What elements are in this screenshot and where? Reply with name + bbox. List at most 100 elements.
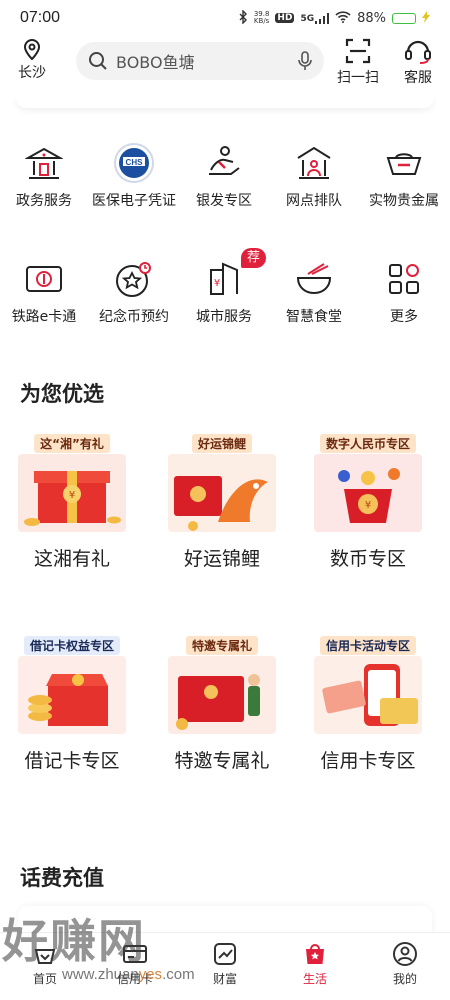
service-elderly[interactable]: 银发专区 [180,140,268,211]
service-label: 纪念币预约 [99,309,169,325]
branch-queue-icon [297,146,331,179]
location-label: 长沙 [18,65,46,81]
recommend-badge: 荐 [240,248,266,268]
signal-label: 5G [300,13,315,24]
service-label: 网点排队 [286,193,342,209]
digital-rmb-illustration: 数字人民币专区 ¥ [314,434,422,534]
service-label: 政务服务 [16,193,72,209]
service-medical-insurance[interactable]: CHS 医保电子凭证 [90,140,178,211]
promo-tag: 这“湘”有礼 [34,434,110,453]
recharge-section-title: 话费充值 [20,866,104,890]
promo-card-xiang[interactable]: 这“湘”有礼 ¥ 这湘有礼 [12,434,132,571]
hd-badge: HD [275,13,295,23]
service-branch-queue[interactable]: 网点排队 [270,140,358,211]
promo-card-debit[interactable]: 借记卡权益专区 借记卡专区 [12,636,132,773]
service-label: 城市服务 [196,309,252,325]
promo-card-koi[interactable]: 好运锦鲤 好运锦鲤 [162,434,282,571]
watermark-url-prefix: www.zhuan [62,966,139,983]
promo-tag: 借记卡权益专区 [23,636,121,655]
medical-insurance-icon: CHS [114,143,154,183]
promo-name: 这湘有礼 [33,548,110,570]
treasure-box-illustration: 借记卡权益专区 [18,636,126,736]
status-time: 07:00 [20,9,61,26]
service-label: 实物贵金属 [369,193,439,209]
svg-text:CHS: CHS [126,158,144,167]
wealth-chart-icon [214,943,236,965]
promo-name: 好运锦鲤 [183,548,260,570]
svg-text:¥: ¥ [365,500,371,511]
promo-tag: 数字人民币专区 [319,434,417,453]
battery-icon [392,12,416,24]
preferred-section-title: 为您优选 [20,382,104,406]
watermark-url-suffix: .com [162,966,195,983]
commemorative-coin-icon [116,262,151,297]
service-label: 铁路e卡通 [11,309,77,325]
life-bag-icon [306,944,324,964]
watermark-url: www.zhuanyes.com [62,966,195,983]
service-more[interactable]: 更多 [360,256,448,327]
service-label: 银发专区 [196,193,252,209]
microphone-icon[interactable] [298,51,312,71]
service-label: 医保电子凭证 [92,193,176,209]
nav-label: 首页 [32,972,57,986]
gift-box-illustration: 这“湘”有礼 ¥ [18,434,126,534]
service-precious-metal[interactable]: 实物贵金属 [360,140,448,211]
watermark-url-highlight: yes [138,966,163,983]
service-canteen[interactable]: 智慧食堂 [270,256,358,327]
svg-text:¥: ¥ [214,278,220,289]
gold-ingot-icon [386,153,422,175]
status-bar: 07:00 39.8 KB/s HD 5G 88% [0,0,450,36]
service-label: 智慧食堂 [286,309,342,325]
service-commemorative-coin[interactable]: 纪念币预约 [90,256,178,327]
search-icon [89,52,107,70]
net-speed-unit: KB/s [253,17,270,25]
nav-label: 财富 [212,972,237,986]
scan-button[interactable]: 扫一扫 [334,38,382,87]
government-building-icon [25,147,63,179]
top-header: 长沙 BOBO鱼塘 扫一扫 客服 [0,38,450,88]
more-grid-icon [389,264,419,294]
promo-card-exclusive[interactable]: 特邀专属礼 特邀专属礼 [162,636,282,773]
service-government[interactable]: 政务服务 [0,140,88,211]
service-city[interactable]: ¥ 荐 城市服务 [180,248,268,327]
battery-percent: 88% [357,10,386,26]
profile-icon [393,942,417,966]
location-selector[interactable]: 长沙 [14,38,50,82]
signal-indicator: 5G [300,12,330,24]
railway-card-icon [26,266,62,292]
header-card-edge [16,96,434,108]
bluetooth-icon [239,8,248,27]
search-input[interactable]: BOBO鱼塘 [116,49,298,73]
net-speed: 39.8 KB/s [254,11,270,25]
service-railway-card[interactable]: 铁路e卡通 [0,256,88,327]
location-pin-icon [23,39,41,60]
search-bar[interactable]: BOBO鱼塘 [76,42,324,80]
customer-service-button[interactable]: 客服 [394,38,442,87]
credit-card-illustration: 信用卡活动专区 [314,636,422,736]
promo-tag: 特邀专属礼 [185,636,259,655]
nav-profile[interactable]: 我的 [360,933,450,1000]
charging-icon [422,10,430,26]
promo-name: 特邀专属礼 [174,750,270,772]
service-label: 更多 [390,309,418,325]
nav-label: 我的 [392,972,417,986]
signal-icon [315,12,330,24]
koi-illustration: 好运锦鲤 [168,434,276,534]
scan-icon [345,38,371,64]
promo-name: 借记卡专区 [24,750,120,772]
svg-text:¥: ¥ [69,490,75,501]
service-label: 客服 [404,70,432,86]
promo-name: 信用卡专区 [320,750,416,772]
scan-label: 扫一扫 [337,70,379,86]
canteen-bowl-icon [296,263,332,295]
promo-card-credit[interactable]: 信用卡活动专区 信用卡专区 [308,636,428,773]
promo-tag: 信用卡活动专区 [319,636,417,655]
headset-icon [405,40,431,64]
nav-label: 生活 [302,972,327,986]
red-envelope-illustration: 特邀专属礼 [168,636,276,736]
watermark: 好赚网 [2,914,146,968]
nav-life[interactable]: 生活 [270,933,360,1000]
promo-card-digital-rmb[interactable]: 数字人民币专区 ¥ 数币专区 [308,434,428,571]
elderly-care-icon [209,146,240,175]
promo-name: 数币专区 [329,548,406,570]
